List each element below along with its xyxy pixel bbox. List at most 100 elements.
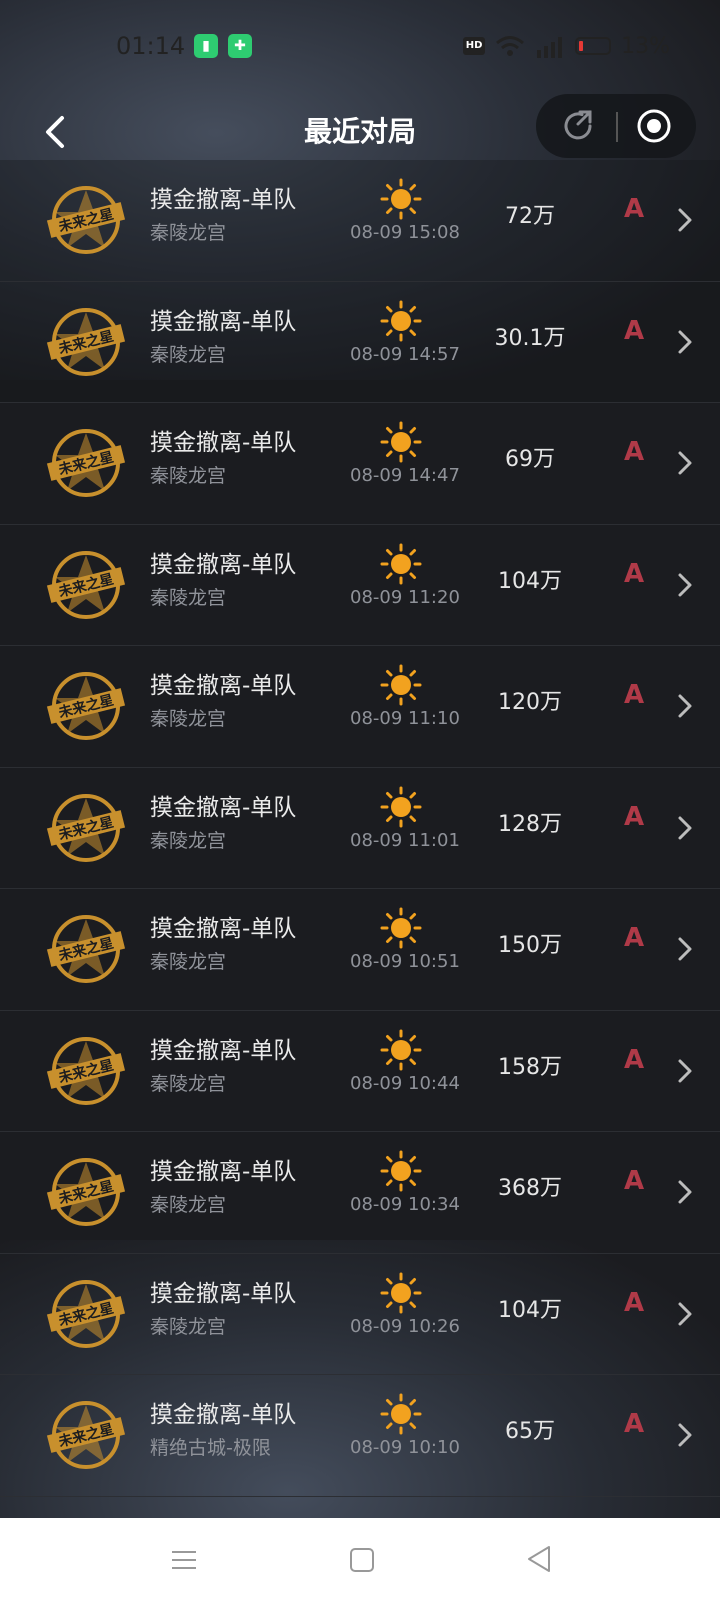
match-row[interactable]: 未来之星 摸金撤离-单队 秦陵龙宫 08-09 11:20 104万 A	[0, 525, 720, 646]
hd-badge: HD	[463, 37, 486, 55]
match-value: 30.1万	[494, 325, 566, 351]
match-map: 秦陵龙宫	[150, 1072, 227, 1095]
signal-icon	[537, 37, 563, 58]
status-right: HD 13%	[463, 32, 670, 60]
match-time: 08-09 11:01	[350, 829, 460, 851]
match-time: 08-09 10:44	[350, 1072, 460, 1094]
share-icon[interactable]	[560, 108, 596, 144]
mini-program-capsule	[536, 94, 696, 158]
match-mode: 摸金撤离-单队	[150, 430, 297, 456]
match-map: 秦陵龙宫	[150, 586, 227, 609]
match-row[interactable]: 未来之星 摸金撤离-单队 精绝古城-极限 08-09 10:10 65万 A	[0, 1375, 720, 1497]
match-list: 未来之星 摸金撤离-单队 秦陵龙宫 08-09 15:08 72万 A 未来之星…	[0, 160, 720, 1497]
home-icon[interactable]	[348, 1546, 376, 1574]
chevron-right-icon[interactable]	[676, 692, 694, 720]
sun-icon	[380, 907, 422, 949]
match-grade: A	[624, 1166, 645, 1196]
match-value: 69万	[505, 447, 555, 472]
match-value: 104万	[498, 1297, 562, 1323]
match-mode: 摸金撤离-单队	[150, 551, 297, 578]
chevron-right-icon[interactable]	[676, 206, 694, 234]
match-row[interactable]: 未来之星 摸金撤离-单队 秦陵龙宫 08-09 15:08 72万 A	[0, 160, 720, 282]
match-mode: 摸金撤离-单队	[150, 1037, 297, 1064]
match-map: 秦陵龙宫	[150, 222, 227, 244]
shield-icon: ✚	[228, 34, 252, 58]
match-row[interactable]: 未来之星 摸金撤离-单队 秦陵龙宫 08-09 14:47 69万 A	[0, 403, 720, 525]
match-row[interactable]: 未来之星 摸金撤离-单队 秦陵龙宫 08-09 10:51 150万 A	[0, 889, 720, 1011]
match-value: 128万	[498, 811, 562, 837]
chevron-right-icon[interactable]	[676, 814, 694, 842]
rank-star-badge-icon: 未来之星	[46, 1401, 126, 1469]
sun-icon	[380, 543, 422, 584]
back-triangle-icon[interactable]	[524, 1544, 554, 1574]
match-value: 158万	[498, 1054, 562, 1080]
chevron-right-icon[interactable]	[676, 328, 694, 356]
rank-star-badge-icon: 未来之星	[46, 1279, 126, 1348]
match-grade: A	[624, 437, 645, 467]
rank-star-badge-icon: 未来之星	[46, 550, 126, 619]
chevron-right-icon[interactable]	[676, 1300, 694, 1328]
battery-icon	[575, 37, 612, 55]
match-mode: 摸金撤离-单队	[150, 308, 297, 335]
match-time: 08-09 10:10	[350, 1437, 460, 1458]
battery-saver-icon: ▮	[194, 34, 218, 58]
status-bar: 01:14 ▮ ✚ HD 13%	[0, 0, 720, 92]
match-time: 08-09 11:20	[350, 586, 460, 608]
match-row[interactable]: 未来之星 摸金撤离-单队 秦陵龙宫 08-09 14:57 30.1万 A	[0, 281, 720, 403]
match-map: 秦陵龙宫	[150, 343, 227, 366]
match-time: 08-09 10:34	[350, 1194, 460, 1215]
chevron-right-icon[interactable]	[676, 1057, 694, 1085]
match-value: 120万	[498, 690, 562, 715]
match-map: 秦陵龙宫	[150, 1194, 227, 1216]
rank-star-badge-icon: 未来之星	[46, 186, 126, 254]
match-row[interactable]: 未来之星 摸金撤离-单队 秦陵龙宫 08-09 10:34 368万 A	[0, 1132, 720, 1254]
rank-star-badge-icon: 未来之星	[46, 672, 126, 740]
match-mode: 摸金撤离-单队	[150, 673, 297, 699]
match-value: 65万	[505, 1419, 555, 1444]
target-icon[interactable]	[636, 108, 672, 144]
match-map: 秦陵龙宫	[150, 829, 227, 852]
chevron-right-icon[interactable]	[676, 1421, 694, 1449]
match-grade: A	[624, 1287, 645, 1318]
match-mode: 摸金撤离-单队	[150, 794, 297, 821]
match-grade: A	[624, 1044, 645, 1075]
match-value: 72万	[505, 204, 555, 229]
match-row[interactable]: 未来之星 摸金撤离-单队 秦陵龙宫 08-09 10:44 158万 A	[0, 1011, 720, 1132]
match-grade: A	[624, 315, 645, 346]
match-mode: 摸金撤离-单队	[150, 1402, 297, 1428]
rank-star-badge-icon: 未来之星	[46, 307, 126, 376]
match-time: 08-09 15:08	[350, 222, 460, 243]
battery-percent: 13%	[621, 33, 670, 59]
status-time: 01:14	[116, 32, 186, 60]
sun-icon	[380, 1393, 422, 1435]
rank-star-badge-icon: 未来之星	[46, 915, 126, 983]
match-time: 08-09 10:26	[350, 1315, 460, 1337]
sun-icon	[380, 1272, 422, 1313]
wifi-icon	[496, 36, 525, 56]
match-map: 秦陵龙宫	[150, 708, 227, 730]
match-row[interactable]: 未来之星 摸金撤离-单队 秦陵龙宫 08-09 10:26 104万 A	[0, 1254, 720, 1375]
match-grade: A	[624, 680, 645, 710]
match-time: 08-09 14:57	[350, 343, 460, 365]
match-map: 精绝古城-极限	[150, 1437, 271, 1459]
match-row[interactable]: 未来之星 摸金撤离-单队 秦陵龙宫 08-09 11:01 128万 A	[0, 768, 720, 889]
rank-star-badge-icon: 未来之星	[46, 1158, 126, 1226]
match-value: 368万	[498, 1176, 562, 1201]
match-mode: 摸金撤离-单队	[150, 187, 297, 213]
match-time: 08-09 14:47	[350, 465, 460, 486]
chevron-right-icon[interactable]	[676, 449, 694, 477]
chevron-right-icon[interactable]	[676, 1178, 694, 1206]
match-row[interactable]: 未来之星 摸金撤离-单队 秦陵龙宫 08-09 11:10 120万 A	[0, 646, 720, 768]
sun-icon	[380, 1150, 422, 1192]
menu-icon[interactable]	[170, 1546, 198, 1574]
chevron-right-icon[interactable]	[676, 571, 694, 599]
rank-star-badge-icon: 未来之星	[46, 793, 126, 862]
match-grade: A	[624, 801, 645, 832]
match-grade: A	[624, 1409, 645, 1439]
match-map: 秦陵龙宫	[150, 1315, 227, 1338]
rank-star-badge-icon: 未来之星	[46, 429, 126, 497]
chevron-right-icon[interactable]	[676, 935, 694, 963]
sun-icon	[380, 786, 422, 827]
match-value: 104万	[498, 568, 562, 594]
sun-icon	[380, 1029, 422, 1070]
